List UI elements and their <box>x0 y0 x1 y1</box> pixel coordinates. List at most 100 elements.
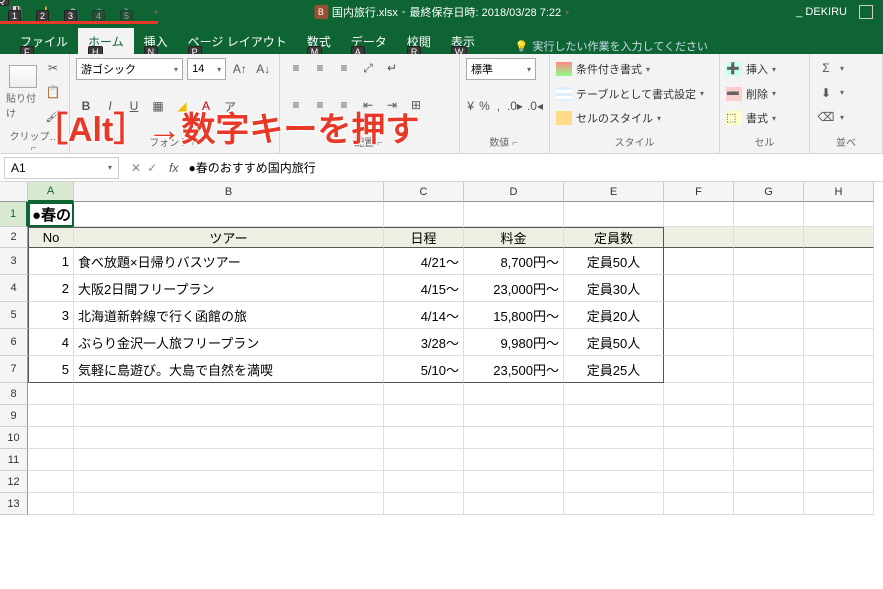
insert-cells-button[interactable]: ➕挿入▾ <box>726 58 803 80</box>
cell[interactable]: 8,700円～ <box>464 248 564 275</box>
cell[interactable] <box>734 356 804 383</box>
cell[interactable] <box>804 227 874 248</box>
cell[interactable] <box>384 405 464 427</box>
col-header-E[interactable]: E <box>564 182 664 202</box>
cell[interactable]: 定員50人 <box>564 329 664 356</box>
cell[interactable]: 5 <box>28 356 74 383</box>
number-dialog-icon[interactable]: ⌐ <box>512 138 520 149</box>
col-header-F[interactable]: F <box>664 182 734 202</box>
cell[interactable] <box>734 227 804 248</box>
cell[interactable] <box>564 427 664 449</box>
number-format-select[interactable]: 標準▾ <box>466 58 536 80</box>
cell[interactable] <box>464 427 564 449</box>
formula-input[interactable]: ●春のおすすめ国内旅行 <box>184 157 883 179</box>
tab-insert[interactable]: 挿入N <box>134 28 178 54</box>
cell[interactable] <box>28 449 74 471</box>
tab-home[interactable]: ホームH <box>78 28 134 54</box>
tell-me-search[interactable]: 💡 実行したい作業を入力してください Q <box>515 38 708 54</box>
cell[interactable]: 4 <box>28 329 74 356</box>
cell[interactable] <box>28 471 74 493</box>
cancel-formula-icon[interactable]: ✕ <box>131 161 141 175</box>
cell[interactable] <box>664 427 734 449</box>
cell[interactable]: ●春のおすすめ国内旅行 <box>28 202 74 227</box>
qat-redo-icon[interactable]: ↷4 <box>90 2 110 22</box>
cell[interactable] <box>384 493 464 515</box>
underline-button[interactable]: U <box>124 96 144 116</box>
cell[interactable] <box>664 493 734 515</box>
row-header-11[interactable]: 11 <box>0 449 28 471</box>
border-icon[interactable]: ▦ <box>148 96 168 116</box>
cell[interactable] <box>464 449 564 471</box>
cell[interactable] <box>804 493 874 515</box>
cell[interactable]: 定員20人 <box>564 302 664 329</box>
col-header-C[interactable]: C <box>384 182 464 202</box>
cell[interactable] <box>734 275 804 302</box>
row-header-9[interactable]: 9 <box>0 405 28 427</box>
row-header-10[interactable]: 10 <box>0 427 28 449</box>
bold-button[interactable]: B <box>76 96 96 116</box>
cell[interactable] <box>734 202 804 227</box>
enter-formula-icon[interactable]: ✓ <box>147 161 157 175</box>
cell[interactable] <box>464 493 564 515</box>
cell[interactable] <box>804 405 874 427</box>
wrap-text-icon[interactable]: ↵ <box>382 58 402 78</box>
cell[interactable] <box>384 202 464 227</box>
cell[interactable] <box>804 449 874 471</box>
cell[interactable]: 気軽に島遊び。大島で自然を満喫 <box>74 356 384 383</box>
col-header-H[interactable]: H <box>804 182 874 202</box>
align-middle-icon[interactable]: ≡ <box>310 58 330 78</box>
font-name-select[interactable]: 游ゴシック▾ <box>76 58 183 80</box>
cell[interactable]: 日程 <box>384 227 464 248</box>
cell[interactable]: 3/28～ <box>384 329 464 356</box>
cell[interactable] <box>734 302 804 329</box>
cell[interactable]: 定員50人 <box>564 248 664 275</box>
inc-decimal-icon[interactable]: .0▸ <box>507 96 523 116</box>
currency-icon[interactable]: ¥ <box>466 96 475 116</box>
cell[interactable] <box>804 275 874 302</box>
cell[interactable] <box>664 356 734 383</box>
cell[interactable] <box>28 493 74 515</box>
name-box[interactable]: A1▾ <box>4 157 119 179</box>
cell[interactable] <box>74 383 384 405</box>
cell[interactable] <box>464 471 564 493</box>
cell[interactable] <box>28 405 74 427</box>
font-size-select[interactable]: 14▾ <box>187 58 226 80</box>
cell[interactable] <box>664 405 734 427</box>
fill-icon[interactable]: ⬇ <box>816 83 836 103</box>
comma-icon[interactable]: , <box>494 96 503 116</box>
cell[interactable]: 4/15～ <box>384 275 464 302</box>
tab-view[interactable]: 表示W <box>441 28 485 54</box>
font-color-icon[interactable]: A <box>196 96 216 116</box>
cell[interactable] <box>384 383 464 405</box>
align-left-icon[interactable]: ≡ <box>286 95 306 115</box>
row-header-12[interactable]: 12 <box>0 471 28 493</box>
tab-page-layout[interactable]: ページ レイアウトP <box>178 28 297 54</box>
cell[interactable] <box>74 493 384 515</box>
shrink-font-icon[interactable]: A↓ <box>254 59 273 79</box>
cell[interactable] <box>664 248 734 275</box>
grow-font-icon[interactable]: A↑ <box>230 59 249 79</box>
cell[interactable] <box>28 383 74 405</box>
phonetic-icon[interactable]: ア <box>220 96 240 116</box>
cell[interactable] <box>734 449 804 471</box>
cell[interactable]: 1 <box>28 248 74 275</box>
cell[interactable] <box>74 405 384 427</box>
cell[interactable]: 4/14～ <box>384 302 464 329</box>
cell[interactable] <box>804 329 874 356</box>
cell[interactable] <box>664 227 734 248</box>
cell[interactable] <box>734 427 804 449</box>
row-header-7[interactable]: 7 <box>0 356 28 383</box>
cell[interactable] <box>664 471 734 493</box>
cell[interactable] <box>564 471 664 493</box>
qat-save-icon[interactable]: 💾1 <box>6 2 26 22</box>
conditional-format-button[interactable]: 条件付き書式▾ <box>556 58 713 80</box>
cell[interactable]: 23,500円～ <box>464 356 564 383</box>
tab-formulas[interactable]: 数式M <box>297 28 341 54</box>
cell[interactable]: 9,980円～ <box>464 329 564 356</box>
cell[interactable] <box>664 449 734 471</box>
cell[interactable] <box>384 427 464 449</box>
merge-icon[interactable]: ⊞ <box>406 95 426 115</box>
cell[interactable] <box>734 471 804 493</box>
cell[interactable] <box>804 248 874 275</box>
delete-cells-button[interactable]: ➖削除▾ <box>726 83 803 105</box>
